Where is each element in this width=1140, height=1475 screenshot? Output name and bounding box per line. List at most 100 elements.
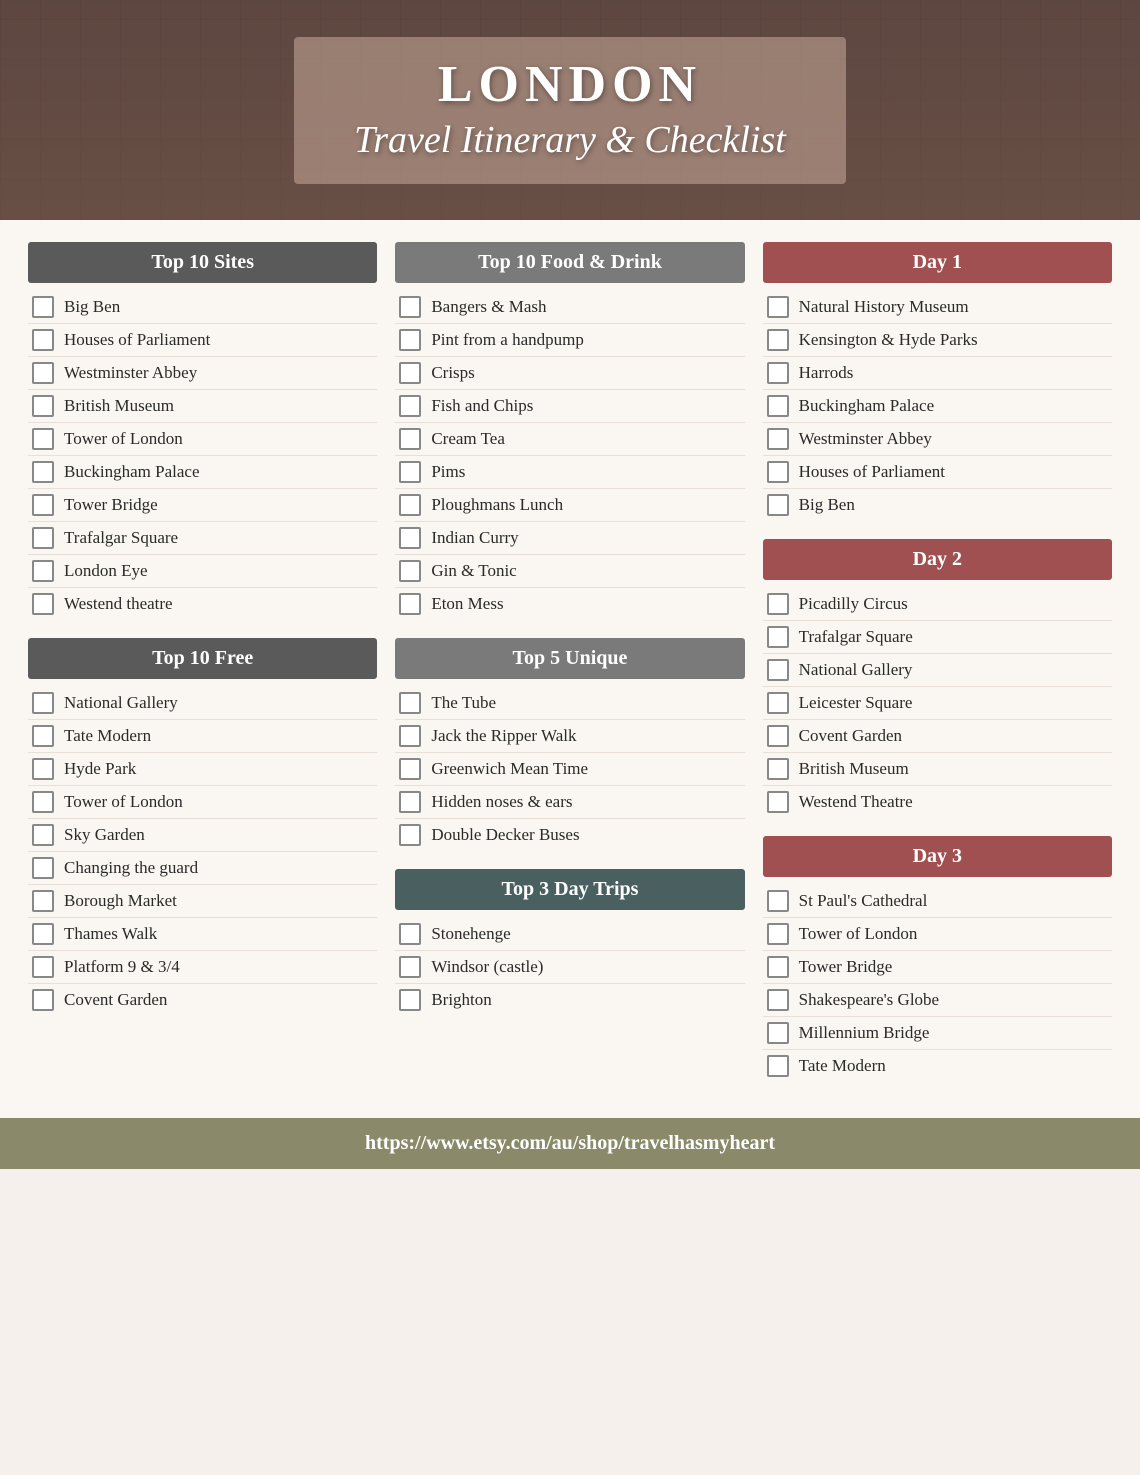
checkbox-top5unique-4[interactable] [399,824,421,846]
checkbox-top5unique-1[interactable] [399,725,421,747]
checklist-item-label: Bangers & Mash [431,297,546,317]
checklist-item-label: Westminster Abbey [64,363,197,383]
checkbox-top10sites-1[interactable] [32,329,54,351]
checkbox-day1-3[interactable] [767,395,789,417]
checkbox-day1-5[interactable] [767,461,789,483]
checkbox-top10food-2[interactable] [399,362,421,384]
checkbox-top10sites-8[interactable] [32,560,54,582]
checkbox-top10food-5[interactable] [399,461,421,483]
checkbox-day2-5[interactable] [767,758,789,780]
checkbox-day2-1[interactable] [767,626,789,648]
checkbox-top3daytrips-0[interactable] [399,923,421,945]
checkbox-top10free-1[interactable] [32,725,54,747]
checkbox-day3-0[interactable] [767,890,789,912]
list-item: Brighton [395,984,744,1016]
checkbox-top10food-3[interactable] [399,395,421,417]
checkbox-top10food-1[interactable] [399,329,421,351]
checkbox-day3-1[interactable] [767,923,789,945]
checkbox-day1-0[interactable] [767,296,789,318]
checkbox-top3daytrips-2[interactable] [399,989,421,1011]
list-item: Westend Theatre [763,786,1112,818]
checklist-top10sites: Big BenHouses of ParliamentWestminster A… [28,291,377,620]
checklist-item-label: Pims [431,462,465,482]
checkbox-top10free-4[interactable] [32,824,54,846]
section-top3daytrips: Top 3 Day TripsStonehengeWindsor (castle… [395,869,744,1016]
checkbox-top10food-8[interactable] [399,560,421,582]
checkbox-top10free-5[interactable] [32,857,54,879]
checklist-item-label: Covent Garden [799,726,902,746]
checklist-item-label: Trafalgar Square [799,627,913,647]
column-2: Top 10 Food & DrinkBangers & MashPint fr… [395,242,744,1034]
checkbox-top10sites-7[interactable] [32,527,54,549]
list-item: Changing the guard [28,852,377,885]
list-item: Crisps [395,357,744,390]
checkbox-top10sites-5[interactable] [32,461,54,483]
checkbox-day1-4[interactable] [767,428,789,450]
checklist-item-label: Natural History Museum [799,297,969,317]
checkbox-top10sites-9[interactable] [32,593,54,615]
checkbox-top10sites-2[interactable] [32,362,54,384]
checkbox-top10sites-3[interactable] [32,395,54,417]
checkbox-top10free-3[interactable] [32,791,54,813]
checkbox-day3-5[interactable] [767,1055,789,1077]
checkbox-top10sites-4[interactable] [32,428,54,450]
checklist-item-label: Crisps [431,363,474,383]
checklist-item-label: The Tube [431,693,496,713]
checkbox-day2-3[interactable] [767,692,789,714]
checklist-item-label: Trafalgar Square [64,528,178,548]
checkbox-top10free-6[interactable] [32,890,54,912]
checkbox-day1-6[interactable] [767,494,789,516]
checkbox-day2-2[interactable] [767,659,789,681]
section-day1: Day 1Natural History MuseumKensington & … [763,242,1112,521]
checklist-day1: Natural History Museum Kensington & Hyde … [763,291,1112,521]
checklist-item-label: National Gallery [799,660,913,680]
checkbox-day3-2[interactable] [767,956,789,978]
list-item: Harrods [763,357,1112,390]
checkbox-top10free-7[interactable] [32,923,54,945]
list-item: Natural History Museum [763,291,1112,324]
checkbox-day1-2[interactable] [767,362,789,384]
checkbox-top10food-4[interactable] [399,428,421,450]
checkbox-top10free-2[interactable] [32,758,54,780]
header-subtitle: Travel Itinerary & Checklist [354,118,786,162]
checkbox-top10free-0[interactable] [32,692,54,714]
list-item: Tower Bridge [28,489,377,522]
list-item: St Paul's Cathedral [763,885,1112,918]
section-header-top5unique: Top 5 Unique [395,638,744,679]
checkbox-day2-0[interactable] [767,593,789,615]
checkbox-day1-1[interactable] [767,329,789,351]
checkbox-day2-6[interactable] [767,791,789,813]
checkbox-top10food-0[interactable] [399,296,421,318]
list-item: Platform 9 & 3/4 [28,951,377,984]
list-item: Buckingham Palace [28,456,377,489]
checklist-item-label: Changing the guard [64,858,198,878]
checkbox-top10food-9[interactable] [399,593,421,615]
checklist-item-label: Jack the Ripper Walk [431,726,576,746]
checkbox-day3-3[interactable] [767,989,789,1011]
checkbox-top5unique-3[interactable] [399,791,421,813]
checklist-item-label: Big Ben [64,297,120,317]
checkbox-top10sites-6[interactable] [32,494,54,516]
list-item: London Eye [28,555,377,588]
checkbox-top10food-6[interactable] [399,494,421,516]
checkbox-top10sites-0[interactable] [32,296,54,318]
list-item: National Gallery [763,654,1112,687]
checkbox-top10food-7[interactable] [399,527,421,549]
list-item: Shakespeare's Globe [763,984,1112,1017]
checklist-top10free: National GalleryTate ModernHyde ParkTowe… [28,687,377,1016]
footer-link[interactable]: https://www.etsy.com/au/shop/travelhasmy… [365,1132,775,1154]
list-item: National Gallery [28,687,377,720]
list-item: Stonehenge [395,918,744,951]
checkbox-top10free-9[interactable] [32,989,54,1011]
checkbox-top5unique-2[interactable] [399,758,421,780]
checkbox-day2-4[interactable] [767,725,789,747]
checkbox-top5unique-0[interactable] [399,692,421,714]
list-item: Indian Curry [395,522,744,555]
checklist-item-label: Tower of London [64,792,183,812]
checkbox-top3daytrips-1[interactable] [399,956,421,978]
checkbox-day3-4[interactable] [767,1022,789,1044]
checkbox-top10free-8[interactable] [32,956,54,978]
checklist-item-label: Tower of London [799,924,918,944]
checklist-item-label: Kensington & Hyde Parks [799,330,978,350]
checklist-top3daytrips: StonehengeWindsor (castle)Brighton [395,918,744,1016]
